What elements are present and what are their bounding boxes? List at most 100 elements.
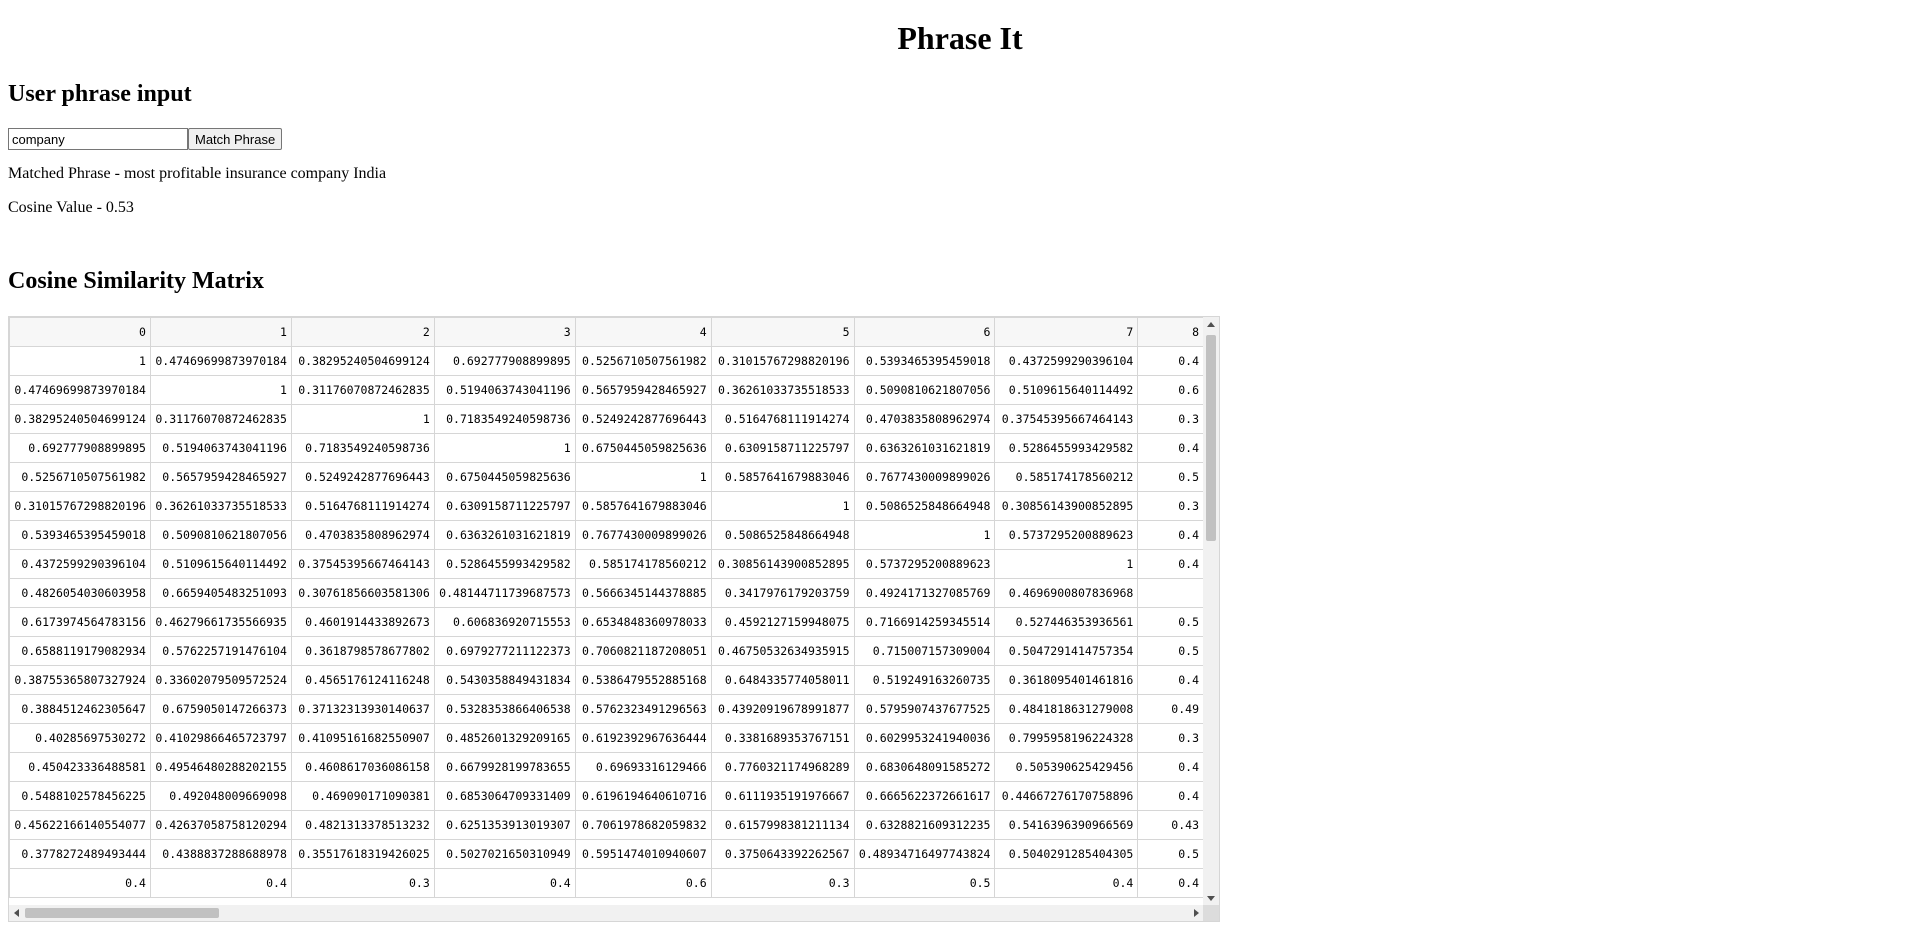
matrix-cell: 0.4841818631279008 — [994, 694, 1139, 724]
matrix-cell: 0.69693316129466 — [574, 752, 712, 782]
matrix-cell: 0.4 — [1137, 781, 1204, 811]
matrix-cell: 0.31176070872462835 — [149, 404, 292, 434]
table-row: 0.45622166140554077 0.42637058758120294 0.… — [9, 810, 1204, 840]
matrix-cell: 0.692777908899895 — [9, 433, 151, 463]
matrix-cell: 0.5249242877696443 — [574, 404, 712, 434]
matrix-cell: 0.3381689353767151 — [710, 723, 855, 753]
cosine-matrix-table: 012345678 1 0.47469699873970184 0.38295240… — [9, 317, 1204, 898]
table-row: 0.6173974564783156 0.46279661735566935 0.4… — [9, 607, 1204, 637]
matrix-cell: 0.5488102578456225 — [9, 781, 151, 811]
matrix-cell: 0.4703835808962974 — [290, 520, 435, 550]
cosine-matrix-table-container[interactable]: 012345678 1 0.47469699873970184 0.38295240… — [8, 316, 1220, 922]
matrix-cell: 0.7061978682059832 — [574, 810, 712, 840]
matrix-cell: 0.7166914259345514 — [853, 607, 996, 637]
matrix-cell: 0.6328821609312235 — [853, 810, 996, 840]
matrix-cell: 0.4696900807836968 — [994, 578, 1139, 608]
scroll-left-arrow-icon[interactable] — [14, 909, 19, 917]
matrix-viewport[interactable]: 012345678 1 0.47469699873970184 0.38295240… — [9, 317, 1204, 906]
matrix-cell: 0.3417976179203759 — [710, 578, 855, 608]
column-header: 0 — [9, 317, 151, 347]
matrix-cell: 0.6309158711225797 — [710, 433, 855, 463]
matrix-cell: 0.469090171090381 — [290, 781, 435, 811]
matrix-cell: 0.6759050147266373 — [149, 694, 292, 724]
matrix-cell: 0.30856143900852895 — [710, 549, 855, 579]
matrix-cell: 0.3750643392262567 — [710, 839, 855, 869]
table-row: 0.3778272489493444 0.4388837288688978 0.35… — [9, 839, 1204, 869]
vertical-scrollbar[interactable] — [1203, 317, 1219, 906]
matrix-cell: 1 — [149, 375, 292, 405]
matrix-cell: 0.6111935191976667 — [710, 781, 855, 811]
matrix-cell: 0.38295240504699124 — [9, 404, 151, 434]
matrix-cell: 0.5027021650310949 — [433, 839, 576, 869]
matrix-cell: 0.4 — [1137, 665, 1204, 695]
matrix-cell: 0.44667276170758896 — [994, 781, 1139, 811]
scroll-down-arrow-icon[interactable] — [1207, 896, 1215, 901]
matrix-cell: 0.35517618319426025 — [290, 839, 435, 869]
matrix-cell: 0.7995958196224328 — [994, 723, 1139, 753]
matrix-cell: 0.48934716497743824 — [853, 839, 996, 869]
matrix-cell: 0.5194063743041196 — [433, 375, 576, 405]
matrix-cell: 0.3 — [1137, 491, 1204, 521]
column-header: 8 — [1137, 317, 1204, 347]
matrix-cell: 0.5047291414757354 — [994, 636, 1139, 666]
matrix-cell: 0.5386479552885168 — [574, 665, 712, 695]
matrix-cell: 0.4 — [9, 868, 151, 898]
matrix-cell: 0.46750532634935915 — [710, 636, 855, 666]
matrix-cell: 0.5795907437677525 — [853, 694, 996, 724]
matrix-cell: 0.7060821187208051 — [574, 636, 712, 666]
vertical-scroll-thumb[interactable] — [1206, 335, 1216, 541]
matrix-cell: 1 — [853, 520, 996, 550]
table-row: 0.31015767298820196 0.36261033735518533 0.… — [9, 491, 1204, 521]
matrix-cell: 0.5857641679883046 — [710, 462, 855, 492]
matrix-cell: 0.5194063743041196 — [149, 433, 292, 463]
matrix-cell: 0.43920919678991877 — [710, 694, 855, 724]
matrix-cell: 0.492048009669098 — [149, 781, 292, 811]
matrix-cell: 0.3618095401461816 — [994, 665, 1139, 695]
matrix-cell: 0.3 — [290, 868, 435, 898]
matrix-cell: 0.4 — [1137, 752, 1204, 782]
matrix-cell: 0.6157998381211134 — [710, 810, 855, 840]
matrix-cell: 0.3884512462305647 — [9, 694, 151, 724]
horizontal-scrollbar[interactable] — [9, 905, 1204, 921]
matrix-cell: 0.5040291285404305 — [994, 839, 1139, 869]
phrase-input-row: Match Phrase — [8, 128, 283, 150]
scroll-right-arrow-icon[interactable] — [1194, 909, 1199, 917]
matrix-cell: 0.30856143900852895 — [994, 491, 1139, 521]
match-phrase-button[interactable]: Match Phrase — [188, 128, 283, 150]
matrix-cell: 0.40285697530272 — [9, 723, 151, 753]
table-row: 0.47469699873970184 1 0.31176070872462835 0… — [9, 375, 1204, 405]
matrix-cell: 0.505390625429456 — [994, 752, 1139, 782]
matrix-cell: 0.4 — [1137, 868, 1204, 898]
matrix-cell: 0.5 — [1137, 636, 1204, 666]
table-row: 0.4372599290396104 0.5109615640114492 0.37… — [9, 549, 1204, 579]
matrix-cell: 0.585174178560212 — [574, 549, 712, 579]
matrix-cell: 0.5 — [1137, 607, 1204, 637]
matrix-cell: 0.5109615640114492 — [994, 375, 1139, 405]
matrix-cell: 0.6750445059825636 — [433, 462, 576, 492]
matrix-cell: 0.4826054030603958 — [9, 578, 151, 608]
matrix-cell: 0.6588119179082934 — [9, 636, 151, 666]
matrix-cell: 0.6029953241940036 — [853, 723, 996, 753]
matrix-cell: 0.4821313378513232 — [290, 810, 435, 840]
matrix-cell: 0.5090810621807056 — [149, 520, 292, 550]
scroll-up-arrow-icon[interactable] — [1207, 322, 1215, 327]
scrollbar-corner — [1203, 905, 1219, 921]
phrase-input[interactable] — [8, 128, 188, 150]
matrix-cell: 1 — [574, 462, 712, 492]
matrix-cell: 0.42637058758120294 — [149, 810, 292, 840]
matched-phrase-text: Matched Phrase - most profitable insuran… — [8, 165, 387, 182]
matrix-cell: 0.6750445059825636 — [574, 433, 712, 463]
table-row: 0.40285697530272 0.41029866465723797 0.410… — [9, 723, 1204, 753]
matrix-cell: 0.6830648091585272 — [853, 752, 996, 782]
matrix-cell: 0.4924171327085769 — [853, 578, 996, 608]
matrix-cell: 0.4592127159948075 — [710, 607, 855, 637]
horizontal-scroll-thumb[interactable] — [25, 908, 219, 918]
matrix-cell: 0.6665622372661617 — [853, 781, 996, 811]
matrix-cell: 1 — [9, 346, 151, 376]
matrix-cell: 0.6979277211122373 — [433, 636, 576, 666]
matrix-cell: 0.5416396390966569 — [994, 810, 1139, 840]
matrix-cell: 0.5164768111914274 — [710, 404, 855, 434]
matrix-cell: 1 — [433, 433, 576, 463]
matrix-cell: 0.3778272489493444 — [9, 839, 151, 869]
matrix-cell: 0.4 — [1137, 433, 1204, 463]
